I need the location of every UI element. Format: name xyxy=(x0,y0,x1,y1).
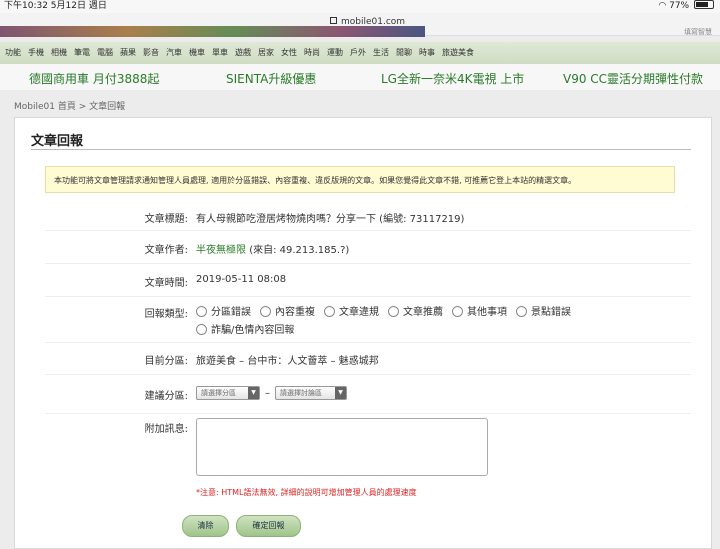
title-divider xyxy=(31,149,691,150)
chevron-down-icon: ▼ xyxy=(248,387,259,399)
row-report-type: 回報類型: 分區錯誤 內容重複 文章違規 文章推薦 其他事項 景點錯誤詐騙/色情內容回報 xyxy=(45,297,691,343)
row-suggest-section: 建議分區: 請選擇分區 ▼ – 請選擇討論區 ▼ xyxy=(45,375,691,414)
report-type-label: 其他事項 xyxy=(467,307,507,318)
article-title-value: 有人母親節吃澄居烤物燒肉嗎？分享一下 (編號: 73117219) xyxy=(196,214,465,225)
category-nav-item[interactable]: 旅遊美食 xyxy=(442,42,474,64)
status-right: ◠ 77% xyxy=(658,0,714,13)
radio-button[interactable] xyxy=(196,324,207,335)
breadcrumb[interactable]: Mobile01 首頁 > 文章回報 xyxy=(14,99,125,112)
ad-link-1[interactable]: 德國商用車 月付3888起 xyxy=(29,70,159,87)
category-nav-item[interactable]: 相機 xyxy=(51,42,67,64)
html-warning: *注意: HTML語法無效, 詳細的說明可增加管理人員的處理速度 xyxy=(196,488,417,497)
radio-button[interactable] xyxy=(452,306,463,317)
report-type-option[interactable]: 景點錯誤 xyxy=(516,304,571,322)
battery-percent: 77% xyxy=(669,1,690,11)
status-time-date: 下午10:32 5月12日 週日 xyxy=(4,1,107,11)
radio-button[interactable] xyxy=(324,306,335,317)
label-author: 文章作者: xyxy=(144,245,188,256)
category-nav-item[interactable]: 機車 xyxy=(189,42,205,64)
category-nav-item[interactable]: 時事 xyxy=(419,42,435,64)
ad-link-3[interactable]: LG全新一奈米4K電視 上市 xyxy=(381,70,524,87)
category-nav-item[interactable]: 女性 xyxy=(281,42,297,64)
category-nav-item[interactable]: 運動 xyxy=(327,42,343,64)
banner-ad[interactable] xyxy=(0,26,425,37)
report-type-option[interactable]: 其他事項 xyxy=(452,304,507,322)
report-type-label: 詐騙/色情內容回報 xyxy=(211,325,295,336)
category-nav-item[interactable]: 影音 xyxy=(143,42,159,64)
clear-button[interactable]: 清除 xyxy=(182,515,229,537)
report-panel: 文章回報 本功能可將文章管理請求通知管理人員處理, 適用於分區錯誤、內容重複、違… xyxy=(14,117,712,549)
label-message: 附加訊息: xyxy=(144,424,188,435)
radio-button[interactable] xyxy=(516,306,527,317)
ad-link-4[interactable]: V90 CC靈活分期彈性付款 xyxy=(563,70,703,87)
wifi-icon: ◠ xyxy=(658,1,667,11)
radio-button[interactable] xyxy=(388,306,399,317)
row-article-title: 文章標題: 有人母親節吃澄居烤物燒肉嗎？分享一下 (編號: 73117219) xyxy=(45,202,691,231)
suggest-forum-select[interactable]: 請選擇討論區 ▼ xyxy=(275,386,347,400)
current-section-value: 旅遊美食 – 台中市：人文薈萃 – 魅惑城邦 xyxy=(196,356,379,367)
report-type-option[interactable]: 詐騙/色情內容回報 xyxy=(196,322,294,340)
battery-icon xyxy=(694,0,714,9)
notice-box: 本功能可將文章管理請求通知管理人員處理, 適用於分區錯誤、內容重複、違反版規的文… xyxy=(45,166,675,193)
report-type-option[interactable]: 文章推薦 xyxy=(388,304,443,322)
category-nav-item[interactable]: 汽車 xyxy=(166,42,182,64)
ad-link-2[interactable]: SIENTA升級優惠 xyxy=(226,70,316,87)
row-author: 文章作者: 半夜無極限 (來自: 49.213.185.?) xyxy=(45,231,691,264)
category-nav-item[interactable]: 功能 xyxy=(5,42,21,64)
ad-links-bar: 德國商用車 月付3888起 SIENTA升級優惠 LG全新一奈米4K電視 上市 … xyxy=(0,64,720,90)
category-nav-item[interactable]: 蘋果 xyxy=(120,42,136,64)
category-nav-item[interactable]: 居家 xyxy=(258,42,274,64)
category-nav-item[interactable]: 閒聊 xyxy=(396,42,412,64)
time-value: 2019-05-11 08:08 xyxy=(196,274,287,285)
radio-button[interactable] xyxy=(260,306,271,317)
category-nav-item[interactable]: 電腦 xyxy=(97,42,113,64)
banner-side-text[interactable]: 填寫智慧 xyxy=(684,27,712,37)
label-time: 文章時間: xyxy=(144,278,188,289)
report-type-label: 分區錯誤 xyxy=(211,307,251,318)
suggest-section-controls: 請選擇分區 ▼ – 請選擇討論區 ▼ xyxy=(196,386,347,400)
author-value: 半夜無極限 (來自: 49.213.185.?) xyxy=(196,241,349,256)
submit-button[interactable]: 確定回報 xyxy=(236,515,301,537)
label-current-section: 目前分區: xyxy=(144,356,188,367)
report-type-label: 內容重複 xyxy=(275,307,315,318)
report-type-option[interactable]: 內容重複 xyxy=(260,304,315,322)
category-nav-item[interactable]: 生活 xyxy=(373,42,389,64)
category-nav-item[interactable]: 筆電 xyxy=(74,42,90,64)
category-nav-item[interactable]: 遊戲 xyxy=(235,42,251,64)
row-time: 文章時間: 2019-05-11 08:08 xyxy=(45,264,691,297)
category-nav-item[interactable]: 單車 xyxy=(212,42,228,64)
category-nav-item[interactable]: 戶外 xyxy=(350,42,366,64)
author-link[interactable]: 半夜無極限 xyxy=(196,245,246,256)
lock-icon xyxy=(330,17,337,24)
category-nav-list: 功能 手機 相機 筆電 電腦 蘋果 影音 汽車 機車 單車 遊戲 居家 女性 時尚 運動 戶外 生活 閒聊 時事 旅遊… xyxy=(0,42,720,64)
chevron-down-icon: ▼ xyxy=(335,387,346,399)
radio-button[interactable] xyxy=(196,306,207,317)
suggest-dash: – xyxy=(265,388,270,399)
report-type-label: 文章推薦 xyxy=(403,307,443,318)
suggest-section-select[interactable]: 請選擇分區 ▼ xyxy=(196,386,260,400)
label-article-title: 文章標題: xyxy=(144,214,188,225)
author-from: (來自: 49.213.185.?) xyxy=(249,245,350,256)
message-textarea[interactable] xyxy=(196,418,488,476)
category-nav-item[interactable]: 時尚 xyxy=(304,42,320,64)
category-nav: 功能 手機 相機 筆電 電腦 蘋果 影音 汽車 機車 單車 遊戲 居家 女性 時尚 運動 戶外 生活 閒聊 時事 旅遊… xyxy=(0,42,720,65)
report-type-radio-group: 分區錯誤 內容重複 文章違規 文章推薦 其他事項 景點錯誤詐騙/色情內容回報 xyxy=(196,304,636,340)
battery-fill xyxy=(696,2,709,7)
row-current-section: 目前分區: 旅遊美食 – 台中市：人文薈萃 – 魅惑城邦 xyxy=(45,343,691,375)
report-type-label: 景點錯誤 xyxy=(531,307,571,318)
page-title: 文章回報 xyxy=(31,134,84,149)
status-bar: 下午10:32 5月12日 週日 ◠ 77% xyxy=(0,0,720,13)
report-type-option[interactable]: 分區錯誤 xyxy=(196,304,251,322)
row-message: 附加訊息: xyxy=(45,418,691,480)
label-report-type: 回報類型: xyxy=(144,309,188,320)
category-nav-item[interactable]: 手機 xyxy=(28,42,44,64)
report-type-label: 文章違規 xyxy=(339,307,379,318)
report-type-option[interactable]: 文章違規 xyxy=(324,304,379,322)
label-suggest-section: 建議分區: xyxy=(144,391,188,402)
